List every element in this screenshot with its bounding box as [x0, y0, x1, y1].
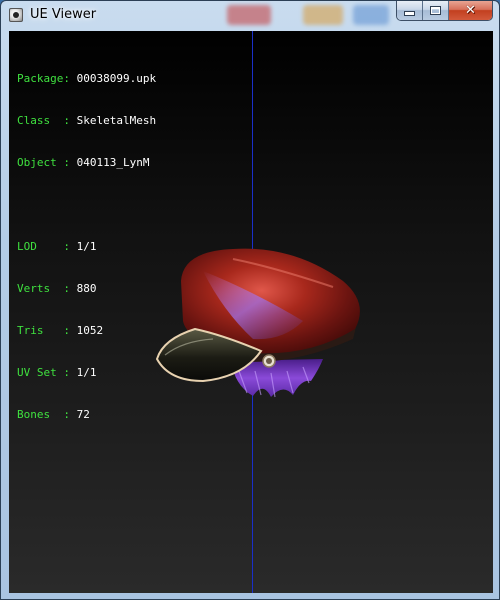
info-row-object: Object : 040113_LynM — [17, 156, 156, 170]
info-value: 1052 — [76, 324, 104, 337]
hat-mesh-model[interactable] — [143, 211, 363, 401]
minimize-button[interactable] — [397, 1, 423, 20]
info-row-package: Package: 00038099.upk — [17, 72, 156, 86]
info-value: 00038099.upk — [76, 72, 157, 85]
info-row-tris: Tris : 1052 — [17, 324, 156, 338]
ue-viewer-icon[interactable] — [9, 8, 23, 22]
info-spacer — [17, 198, 156, 212]
info-label: Verts : — [17, 282, 70, 295]
3d-viewport[interactable]: Package: 00038099.upk Class : SkeletalMe… — [9, 31, 493, 593]
info-row-verts: Verts : 880 — [17, 282, 156, 296]
info-row-bones: Bones : 72 — [17, 408, 156, 422]
info-value: SkeletalMesh — [76, 114, 157, 127]
caption-buttons: ✕ — [396, 1, 493, 21]
minimize-icon — [404, 11, 415, 16]
info-label: Class : — [17, 114, 70, 127]
info-value: 72 — [76, 408, 90, 421]
app-window: UE Viewer ✕ Package: 00038099.upk Class … — [0, 0, 500, 600]
background-blur — [227, 5, 271, 25]
maximize-icon — [430, 6, 441, 15]
info-row-uvset: UV Set : 1/1 — [17, 366, 156, 380]
window-title: UE Viewer — [30, 7, 97, 22]
close-button[interactable]: ✕ — [449, 1, 492, 20]
maximize-button[interactable] — [423, 1, 449, 20]
info-value: 1/1 — [76, 240, 97, 253]
info-row-class: Class : SkeletalMesh — [17, 114, 156, 128]
info-label: Tris : — [17, 324, 70, 337]
info-label: Package: — [17, 72, 70, 85]
info-value: 040113_LynM — [76, 156, 150, 169]
background-blur — [303, 5, 343, 25]
info-label: UV Set : — [17, 366, 70, 379]
info-value: 1/1 — [76, 366, 97, 379]
info-value: 880 — [76, 282, 97, 295]
background-blur — [353, 5, 389, 25]
title-bar[interactable]: UE Viewer ✕ — [1, 1, 499, 31]
mesh-info-overlay: Package: 00038099.upk Class : SkeletalMe… — [17, 44, 156, 450]
info-label: LOD : — [17, 240, 70, 253]
info-label: Bones : — [17, 408, 70, 421]
info-label: Object : — [17, 156, 70, 169]
info-row-lod: LOD : 1/1 — [17, 240, 156, 254]
close-icon: ✕ — [465, 3, 476, 18]
